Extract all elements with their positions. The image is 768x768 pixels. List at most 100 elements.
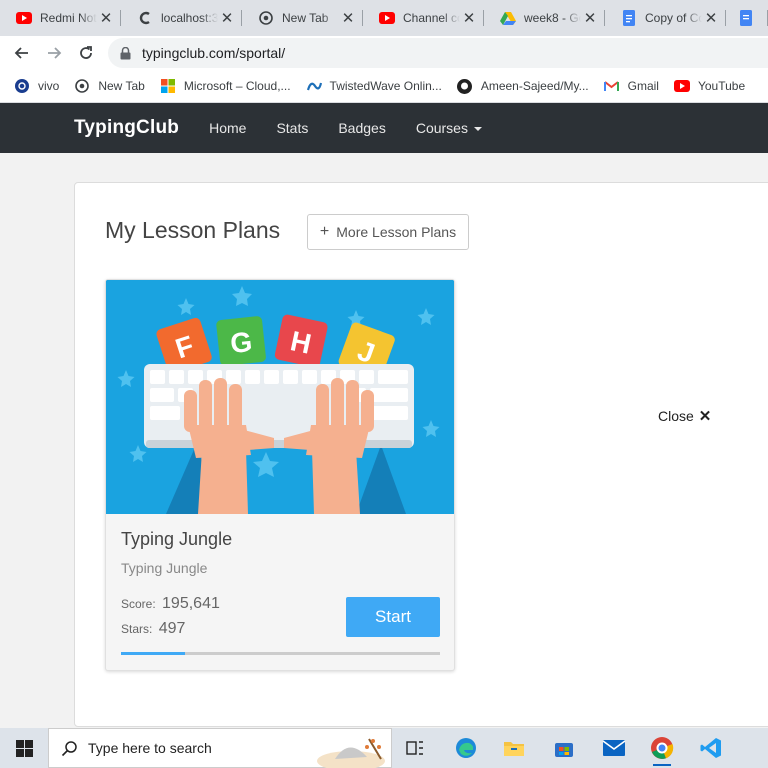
reload-icon (80, 46, 92, 59)
vscode-button[interactable] (694, 732, 728, 764)
mail-button[interactable] (597, 732, 631, 764)
bookmark-label: Microsoft – Cloud,... (183, 79, 291, 93)
windows-taskbar: Type here to search (0, 728, 768, 768)
youtube-icon (16, 10, 32, 26)
bookmarks-bar: vivo New Tab Microsoft – Cloud,... Twist… (0, 70, 768, 103)
chrome-icon (651, 737, 674, 759)
mail-icon (602, 740, 626, 756)
nav-courses-label: Courses (415, 120, 468, 136)
close-label: Close (658, 408, 694, 424)
bookmark-label: Ameen-Sajeed/My... (480, 79, 589, 93)
browser-tab[interactable]: week8 - Go ✕ (484, 0, 605, 36)
forward-button[interactable] (38, 37, 70, 69)
github-icon (457, 78, 473, 94)
vivo-icon (14, 78, 30, 94)
typing-hands-illustration: F G H J (106, 280, 454, 514)
nav-stats[interactable]: Stats (276, 120, 308, 136)
browser-tab-strip: Redmi Note ✕ localhost:3 ✕ New Tab ✕ Cha… (0, 0, 768, 36)
edge-button[interactable] (449, 732, 483, 764)
close-icon[interactable]: ✕ (581, 9, 599, 27)
more-lesson-plans-label: More Lesson Plans (336, 224, 457, 240)
chrome-button[interactable] (645, 732, 679, 766)
close-icon[interactable]: ✕ (218, 9, 236, 27)
back-button[interactable] (6, 37, 38, 69)
more-lesson-plans-button[interactable]: + More Lesson Plans (307, 214, 469, 250)
bookmark-item[interactable]: YouTube (673, 78, 746, 94)
close-button[interactable]: Close ✕ (658, 407, 711, 425)
browser-tab[interactable]: Redmi Note ✕ (0, 0, 121, 36)
reload-button[interactable] (70, 37, 102, 69)
start-button[interactable]: Start (346, 597, 440, 637)
lesson-card-subtitle: Typing Jungle (121, 560, 208, 576)
score-label: Score: (121, 597, 156, 611)
forward-arrow-icon (48, 47, 62, 59)
lock-icon (120, 46, 134, 60)
url-text: typingclub.com/sportal/ (142, 45, 286, 61)
site-navbar: TypingClub Home Stats Badges Courses (0, 103, 768, 153)
youtube-icon (379, 10, 395, 26)
google-docs-icon (738, 10, 754, 26)
close-icon[interactable]: ✕ (97, 9, 115, 27)
search-icon (61, 740, 77, 756)
nav-badges[interactable]: Badges (338, 120, 385, 136)
chrome-icon (74, 78, 90, 94)
bookmark-item[interactable]: TwistedWave Onlin... (306, 78, 442, 94)
bookmark-item[interactable]: Gmail (604, 78, 659, 94)
store-icon (555, 743, 573, 757)
lesson-card-illustration: F G H J (106, 280, 454, 514)
tab-label: New Tab (282, 11, 329, 25)
bookmark-item[interactable]: Ameen-Sajeed/My... (457, 78, 589, 94)
start-menu-button[interactable] (0, 728, 48, 768)
taskbar-search-input[interactable]: Type here to search (48, 728, 392, 768)
site-logo[interactable]: TypingClub (74, 117, 179, 139)
tab-label: Copy of Co (645, 11, 702, 25)
nav-courses[interactable]: Courses (416, 120, 482, 136)
address-bar[interactable]: typingclub.com/sportal/ (108, 38, 768, 68)
gmail-icon (604, 78, 620, 94)
browser-tab[interactable]: New Tab ✕ (242, 0, 363, 36)
nav-home[interactable]: Home (209, 120, 246, 136)
score-row: Score: 195,641 (121, 595, 220, 613)
stars-value: 497 (158, 620, 186, 637)
microsoft-icon (160, 78, 176, 94)
close-icon[interactable]: ✕ (460, 9, 478, 27)
bookmark-item[interactable]: New Tab (74, 78, 145, 94)
page-title: My Lesson Plans (105, 217, 281, 243)
stars-row: Stars: 497 (121, 620, 185, 638)
twistedwave-icon (306, 78, 322, 94)
stars-label: Stars: (121, 622, 153, 636)
close-icon[interactable]: ✕ (702, 9, 720, 27)
youtube-icon (673, 78, 690, 94)
windows-logo-icon (15, 739, 33, 757)
folder-icon (504, 742, 524, 756)
microsoft-store-button[interactable] (547, 732, 581, 764)
browser-toolbar: typingclub.com/sportal/ (0, 36, 768, 70)
bookmark-label: YouTube (697, 79, 746, 93)
browser-tab[interactable]: localhost:3 ✕ (121, 0, 242, 36)
lesson-card-title: Typing Jungle (121, 529, 233, 549)
file-explorer-button[interactable] (497, 732, 531, 764)
taskbar-search-placeholder: Type here to search (88, 740, 212, 756)
edge-icon (456, 738, 476, 758)
caret-down-icon (473, 127, 482, 132)
browser-tab[interactable]: Copy of Co ✕ (605, 0, 726, 36)
lesson-card[interactable]: F G H J Typing Jungle Typing Jungle Scor… (105, 279, 455, 671)
loading-c-icon (137, 10, 153, 26)
task-view-icon (406, 741, 423, 755)
tab-label: Redmi Note (40, 11, 97, 25)
chrome-icon (258, 10, 274, 26)
browser-tab[interactable] (726, 0, 768, 36)
tab-label: week8 - Go (524, 11, 581, 25)
bookmark-item[interactable]: vivo (14, 78, 59, 94)
close-icon: ✕ (698, 408, 712, 425)
back-arrow-icon (14, 47, 28, 59)
browser-tab[interactable]: Channel co ✕ (363, 0, 484, 36)
bookmark-label: New Tab (98, 79, 145, 93)
lesson-progress-fill (121, 652, 185, 655)
bookmark-label: vivo (38, 79, 60, 93)
key-letter-g: G (229, 326, 254, 359)
task-view-button[interactable] (398, 732, 432, 764)
bookmark-item[interactable]: Microsoft – Cloud,... (160, 78, 291, 94)
lesson-progress-bar (121, 652, 440, 655)
close-icon[interactable]: ✕ (339, 9, 357, 27)
